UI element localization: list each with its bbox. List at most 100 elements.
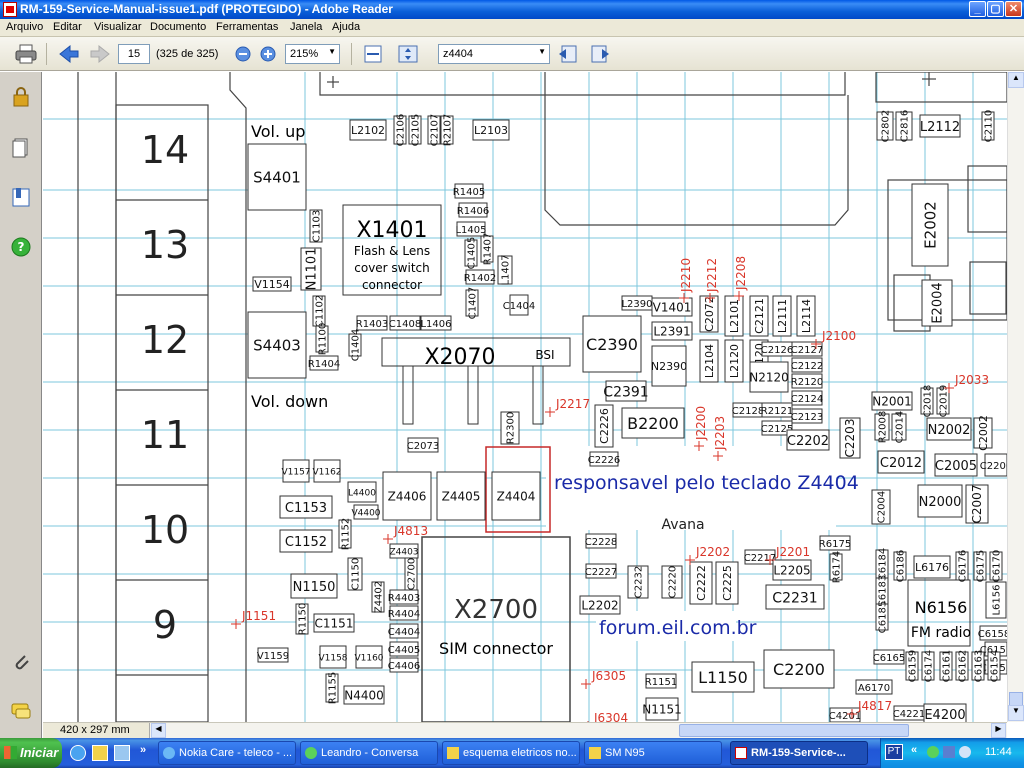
component-n2390: N2390 [651, 345, 687, 387]
svg-text:R1403: R1403 [356, 319, 388, 330]
network-tray-icon[interactable] [943, 746, 955, 758]
label-x1401: X1401 [356, 218, 427, 243]
svg-text:C2073: C2073 [407, 441, 439, 452]
label-fm-radio: FM radio [911, 625, 971, 641]
previous-page-button[interactable] [57, 43, 81, 65]
component-c6158: C6158 [978, 625, 1007, 641]
component-c2802: C2802 [876, 110, 894, 142]
minimize-button[interactable]: _ [969, 1, 986, 17]
page-size-label: 420 x 297 mm [43, 723, 150, 738]
folder-icon[interactable] [92, 745, 108, 761]
document-view[interactable]: 14 13 12 11 10 9 Vol. up Vol. down X1401… [43, 72, 1007, 722]
scroll-left-icon[interactable]: ◀ [151, 723, 166, 738]
zoom-in-button[interactable] [256, 43, 280, 65]
component-c2391: C2391 [603, 380, 649, 402]
svg-text:V1159: V1159 [257, 651, 289, 662]
menu-ajuda[interactable]: Ajuda [332, 21, 360, 33]
component-r2120: R2120 [791, 373, 823, 389]
desktop-icon[interactable] [114, 745, 130, 761]
component-c1102: C1102 [312, 295, 326, 327]
component-c1150: C1150 [347, 557, 363, 591]
full-screen-button[interactable] [396, 43, 420, 65]
scroll-up-icon[interactable]: ▲ [1008, 72, 1024, 88]
scroll-thumb[interactable] [1009, 692, 1023, 706]
scroll-h-thumb[interactable] [679, 724, 909, 737]
svg-text:C2002: C2002 [977, 415, 990, 451]
zoom-select[interactable]: 215% ▼ [285, 44, 340, 64]
svg-text:R1152: R1152 [341, 518, 352, 550]
vertical-scrollbar[interactable]: ▲ ▼ [1007, 72, 1024, 722]
comments-icon[interactable] [10, 700, 32, 722]
pages-icon[interactable] [10, 136, 32, 158]
component-v1160: V1160 [354, 645, 384, 669]
menu-documento[interactable]: Documento [150, 21, 206, 33]
menu-janela[interactable]: Janela [290, 21, 322, 33]
component-n1150: N1150 [290, 573, 338, 599]
component-c4221: C4221 [893, 705, 925, 721]
help-icon[interactable]: ? [10, 236, 32, 258]
component-c2105: C2105 [408, 114, 422, 146]
horizontal-scrollbar[interactable]: 420 x 297 mm ◀ ▶ [43, 722, 1007, 738]
maximize-button[interactable]: ▢ [987, 1, 1004, 17]
svg-text:J6305: J6305 [591, 669, 626, 683]
scroll-right-icon[interactable]: ▶ [991, 723, 1006, 738]
task-leandro-conversa[interactable]: Leandro - Conversa [300, 741, 438, 765]
component-c4405: C4405 [388, 641, 420, 657]
bookmarks-icon[interactable] [10, 186, 32, 208]
tray-expand-icon[interactable]: « [911, 744, 917, 756]
zoom-out-button[interactable] [231, 43, 255, 65]
component-c2110: C2110 [981, 110, 995, 142]
label-avana: Avana [661, 517, 704, 533]
component-c6165: C6165 [873, 649, 905, 665]
search-input[interactable]: z4404 ▼ [438, 44, 550, 64]
messenger-tray-icon[interactable] [927, 746, 939, 758]
print-button[interactable] [14, 43, 38, 65]
task-sm-n95[interactable]: SM N95 [584, 741, 722, 765]
security-lock-icon[interactable] [10, 86, 32, 108]
menu-ferramentas[interactable]: Ferramentas [216, 21, 278, 33]
close-button[interactable]: ✕ [1005, 1, 1022, 17]
component-c2231: C2231 [765, 584, 825, 610]
find-previous-button[interactable] [556, 43, 580, 65]
language-indicator[interactable]: PT [885, 744, 903, 760]
svg-text:J6304: J6304 [593, 711, 628, 722]
start-button[interactable]: Iniciar [0, 738, 62, 768]
component-v1162: V1162 [312, 459, 342, 483]
fit-width-button[interactable] [361, 43, 385, 65]
task-nokia-care[interactable]: Nokia Care - teleco - ... [158, 741, 296, 765]
svg-text:R2107: R2107 [443, 114, 454, 146]
component-a6170: A6170 [855, 679, 893, 695]
component-c2700: C2700 [404, 557, 418, 591]
svg-text:C6185: C6185 [878, 601, 889, 633]
component-v4400: V4400 [351, 504, 381, 520]
svg-text:R6174: R6174 [832, 551, 843, 583]
component-c2217: C2217 [744, 549, 776, 565]
svg-text:C1102: C1102 [315, 295, 326, 327]
menu-arquivo[interactable]: Arquivo [6, 21, 43, 33]
find-next-button[interactable] [588, 43, 612, 65]
component-l2120: L2120 [724, 339, 744, 383]
svg-text:B2200: B2200 [627, 414, 679, 433]
component-c2225: C2225 [715, 561, 739, 605]
scroll-down-icon[interactable]: ▼ [1008, 705, 1024, 721]
svg-text:C2122: C2122 [791, 361, 823, 372]
quicklaunch-more-icon[interactable]: » [140, 744, 146, 756]
volume-tray-icon[interactable] [959, 746, 971, 758]
svg-text:C2127: C2127 [791, 345, 823, 356]
page-number-input[interactable]: 15 [118, 44, 150, 64]
svg-text:C2012: C2012 [880, 456, 922, 471]
task-adobe-reader[interactable]: RM-159-Service-... [730, 741, 868, 765]
svg-text:C2217: C2217 [744, 553, 776, 564]
svg-text:C2004: C2004 [877, 491, 888, 523]
component-c2228: C2228 [585, 533, 617, 549]
component-l2111: L2111 [772, 295, 792, 337]
next-page-button[interactable] [88, 43, 112, 65]
component-c1152: C1152 [279, 529, 333, 553]
menu-visualizar[interactable]: Visualizar [94, 21, 142, 33]
svg-text:L1406: L1406 [420, 319, 451, 330]
menu-editar[interactable]: Editar [53, 21, 82, 33]
attachments-paperclip-icon[interactable] [10, 650, 32, 672]
component-c2390: C2390 [582, 315, 642, 373]
task-esquema[interactable]: esquema eletricos no... [442, 741, 580, 765]
internet-explorer-icon[interactable] [70, 745, 86, 761]
